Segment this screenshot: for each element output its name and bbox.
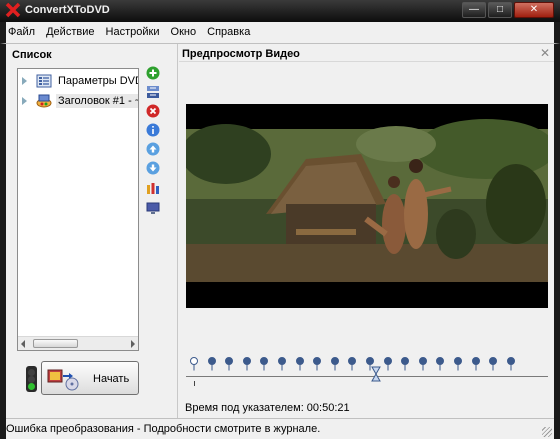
preview-header: Предпросмотр Видео ✕ (179, 44, 554, 62)
timeline-track (186, 376, 548, 377)
list-panel-title: Список (12, 49, 52, 61)
chapter-marker-icon[interactable] (207, 357, 216, 371)
move-down-icon[interactable] (146, 161, 160, 175)
resize-grip[interactable] (542, 427, 552, 437)
project-tree[interactable]: Параметры DVD - И Заголовок #1 - ~9 (17, 68, 139, 351)
close-panel-icon[interactable]: ✕ (540, 46, 550, 60)
tree-item-label: Заголовок #1 - ~9 (56, 94, 138, 108)
menu-action[interactable]: Действие (46, 22, 94, 38)
status-bar: Ошибка преобразования - Подробности смот… (6, 418, 554, 439)
position-cursor-icon[interactable] (371, 366, 381, 382)
chapter-marker-icon[interactable] (260, 357, 269, 371)
chapter-marker-icon[interactable] (401, 357, 410, 371)
add-icon[interactable] (146, 66, 160, 80)
maximize-button[interactable]: □ (488, 2, 512, 18)
chapters-icon[interactable] (146, 181, 160, 195)
remove-icon[interactable] (146, 104, 160, 118)
chapter-marker-icon[interactable] (313, 357, 322, 371)
info-icon[interactable] (146, 123, 160, 137)
chapter-marker-icon[interactable] (348, 357, 357, 371)
list-panel: Список Параметры DVD - И З (6, 44, 178, 418)
menu-file[interactable]: Файл (8, 22, 35, 38)
chapter-marker-icon[interactable] (225, 357, 234, 371)
video-frame-image (186, 104, 548, 308)
scroll-left-icon[interactable] (21, 340, 25, 348)
dvd-settings-icon (36, 74, 52, 88)
pointer-time-label: Время под указателем: 00:50:21 (185, 402, 350, 414)
title-bar[interactable]: ConvertXToDVD — □ ✕ (0, 0, 560, 22)
tree-item-label: Параметры DVD - И (58, 75, 138, 87)
scroll-right-icon[interactable] (131, 340, 135, 348)
status-text: Ошибка преобразования - Подробности смот… (6, 423, 321, 435)
tree-edit-icon[interactable] (146, 85, 160, 99)
start-convert-icon (47, 369, 79, 391)
menu-settings[interactable]: Настройки (106, 22, 160, 38)
window-title: ConvertXToDVD (25, 4, 110, 16)
video-preview (186, 104, 548, 308)
chapter-marker-icon[interactable] (330, 357, 339, 371)
chapter-marker-icon[interactable] (454, 357, 462, 371)
chapter-marker-icon[interactable] (506, 357, 515, 371)
tree-item-dvd-settings[interactable]: Параметры DVD - И (18, 72, 138, 90)
expand-arrow-icon[interactable] (22, 97, 27, 105)
scroll-thumb[interactable] (33, 339, 78, 348)
chapter-marker-icon[interactable] (418, 357, 427, 371)
chapter-marker-icon[interactable] (489, 357, 498, 371)
timeline-tick (194, 381, 195, 386)
chapter-marker-icon[interactable] (295, 357, 304, 371)
client-area: Список Параметры DVD - И З (6, 44, 554, 418)
monitor-icon[interactable] (146, 201, 160, 215)
chapter-marker-icon[interactable] (278, 357, 286, 371)
chapter-marker-icon[interactable] (242, 357, 251, 371)
close-button[interactable]: ✕ (514, 2, 554, 18)
chapter-marker-icon[interactable] (436, 357, 445, 371)
tree-horizontal-scrollbar[interactable] (18, 336, 138, 350)
move-up-icon[interactable] (146, 142, 160, 156)
chapter-timeline[interactable] (186, 353, 548, 393)
menu-window[interactable]: Окно (171, 22, 197, 38)
chapter-marker-icon[interactable] (383, 357, 392, 371)
title-film-icon (36, 94, 52, 108)
preview-panel: Предпросмотр Видео ✕ Время под указателе… (179, 44, 554, 418)
start-button-label: Начать (93, 373, 130, 385)
minimize-button[interactable]: — (462, 2, 486, 18)
window-frame-right (554, 44, 560, 439)
menu-help[interactable]: Справка (207, 22, 250, 38)
expand-arrow-icon[interactable] (22, 77, 27, 85)
app-logo-icon (5, 2, 21, 18)
status-light-icon (26, 366, 37, 392)
tree-item-title-1[interactable]: Заголовок #1 - ~9 (18, 92, 138, 110)
chapter-marker-icon[interactable] (190, 357, 198, 371)
start-button[interactable]: Начать (41, 361, 139, 395)
menu-bar: Файл Действие Настройки Окно Справка (0, 22, 560, 44)
chapter-marker-icon[interactable] (471, 357, 480, 371)
preview-title: Предпросмотр Видео (182, 48, 300, 60)
